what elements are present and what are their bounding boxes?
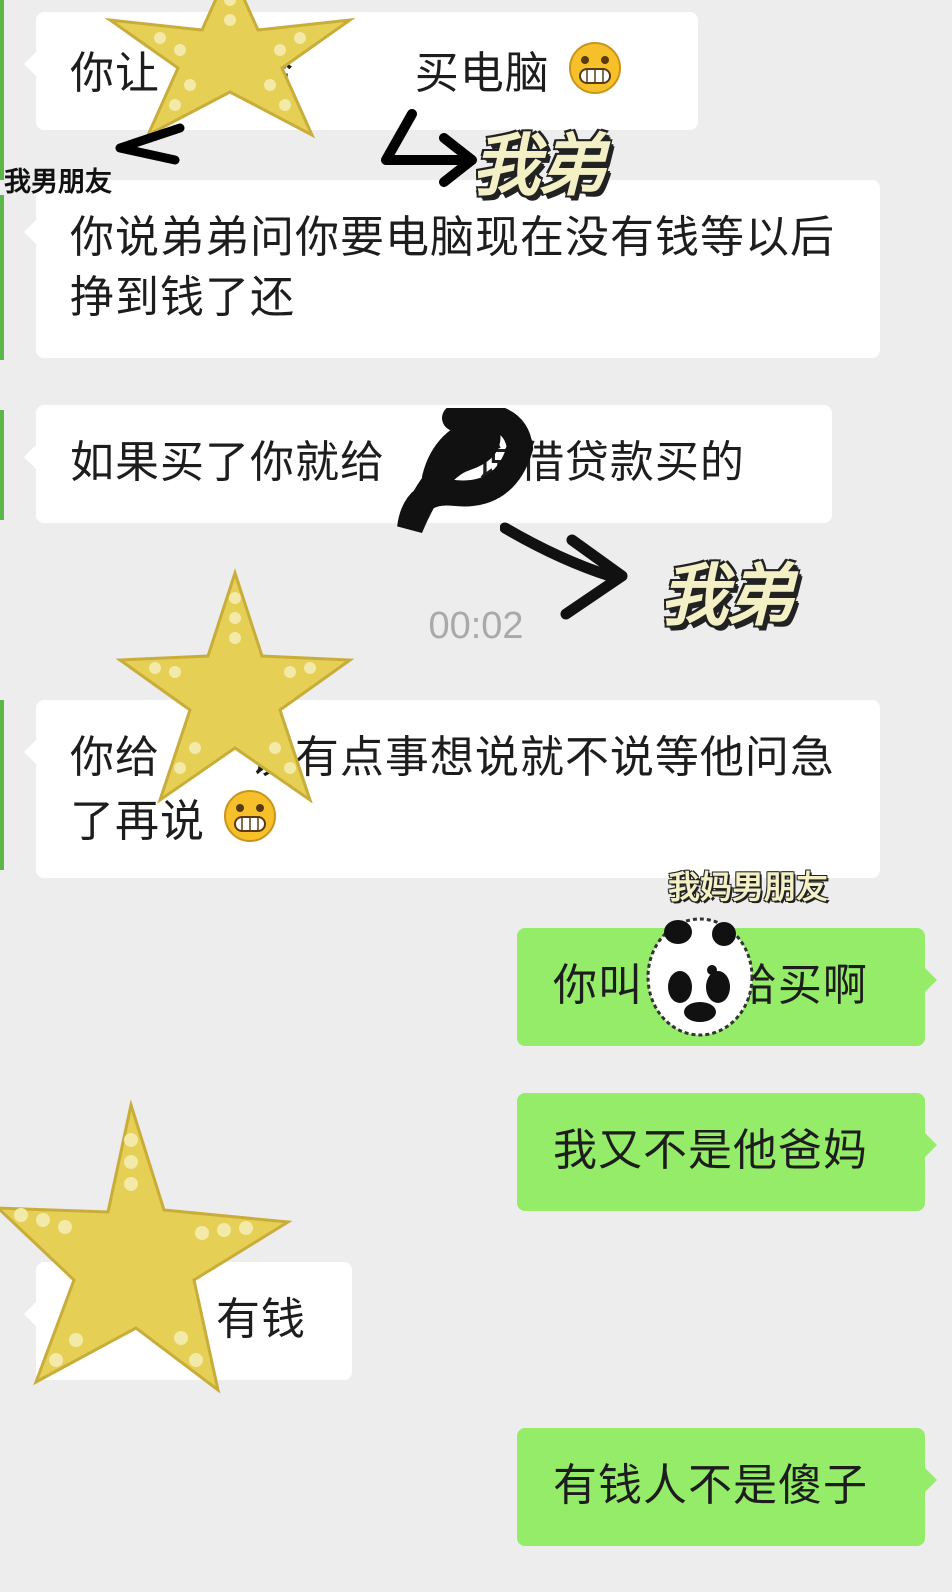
- starfish-sticker: [0, 1100, 293, 1394]
- message-text: 我又不是他爸妈: [553, 1125, 868, 1176]
- left-edge-strip: [0, 195, 4, 360]
- annotation-mom-boyfriend: 我妈男朋友: [668, 868, 829, 906]
- left-edge-strip: [0, 410, 4, 520]
- starfish-sticker: [115, 568, 355, 804]
- starfish-sticker: [104, 0, 356, 139]
- message-text: 有钱人不是傻子: [553, 1460, 868, 1511]
- arrow-left-icon: [115, 123, 185, 165]
- annotation-boyfriend: 我男朋友: [4, 167, 112, 198]
- message-bubble-outgoing[interactable]: 我又不是他爸妈: [517, 1093, 937, 1211]
- annotation-brother: 我弟: [660, 557, 794, 636]
- message-bubble-outgoing[interactable]: 有钱人不是傻子: [517, 1428, 937, 1546]
- message-text: 你说弟弟问你要电脑现在没有钱等以后挣到钱了还: [70, 212, 835, 323]
- grin-emoji-icon: [567, 40, 623, 112]
- panda-sticker: [646, 917, 754, 1037]
- left-edge-strip: [0, 700, 4, 870]
- annotation-brother: 我弟: [472, 127, 606, 206]
- arrow-right-icon: [500, 522, 628, 620]
- left-edge-strip: [0, 0, 4, 180]
- redaction-scribble: [397, 408, 534, 534]
- arrow-right-icon: [381, 109, 477, 187]
- message-bubble-incoming[interactable]: 你说弟弟问你要电脑现在没有钱等以后挣到钱了还: [24, 180, 880, 358]
